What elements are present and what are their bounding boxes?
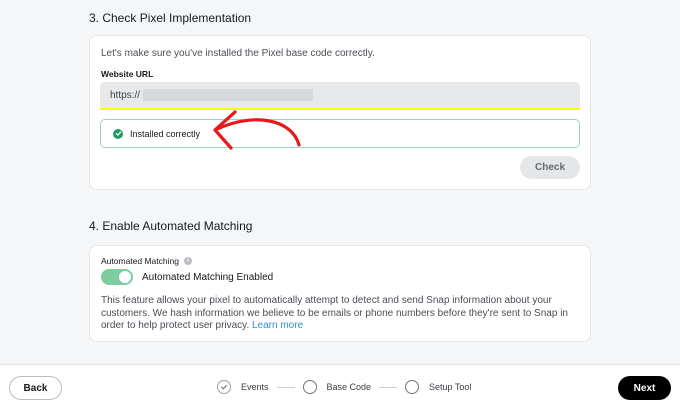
step-label: Base Code — [326, 382, 372, 392]
website-url-input[interactable]: https:// — [100, 82, 580, 110]
automated-matching-toggle[interactable] — [101, 269, 133, 285]
step-setup-tool: Setup Tool — [405, 380, 471, 394]
step-events: Events — [217, 380, 269, 394]
step-circle-icon — [302, 380, 317, 394]
info-icon[interactable]: i — [183, 257, 192, 265]
step-connector — [276, 386, 295, 388]
section-title-check-pixel: 3. Check Pixel Implementation — [89, 11, 252, 25]
section-title-automated-matching: 4. Enable Automated Matching — [89, 219, 253, 233]
automated-matching-heading: Automated Matching i — [101, 256, 192, 266]
learn-more-link[interactable]: Learn more — [252, 320, 303, 331]
annotation-arrow-icon — [213, 110, 301, 150]
step-circle-icon — [405, 380, 420, 394]
check-button[interactable]: Check — [520, 156, 580, 179]
back-button[interactable]: Back — [9, 376, 62, 400]
page: 3. Check Pixel Implementation Let's make… — [0, 0, 680, 407]
installation-status-text: Installed correctly — [130, 128, 201, 139]
redacted-url-block — [143, 89, 314, 101]
footer-bar: Back Events Base Code Setup Tool Next — [0, 364, 680, 407]
website-url-value: https:// — [110, 89, 141, 101]
check-pixel-intro: Let's make sure you've installed the Pix… — [101, 48, 375, 59]
automated-matching-card: Automated Matching i Automated Matching … — [89, 245, 591, 342]
automated-matching-description: This feature allows your pixel to automa… — [101, 295, 586, 333]
step-base-code: Base Code — [302, 380, 372, 394]
description-text: This feature allows your pixel to automa… — [101, 295, 568, 331]
installation-status: Installed correctly — [100, 119, 580, 148]
next-button[interactable]: Next — [618, 376, 671, 400]
step-connector — [379, 386, 398, 388]
step-label: Setup Tool — [429, 382, 472, 392]
check-pixel-card: Let's make sure you've installed the Pix… — [89, 35, 591, 190]
success-check-icon — [113, 128, 123, 139]
step-complete-check-icon — [217, 380, 231, 394]
toggle-knob — [119, 271, 131, 283]
stepper: Events Base Code Setup Tool — [217, 379, 471, 395]
automated-matching-label: Automated Matching — [101, 256, 179, 266]
website-url-label: Website URL — [101, 69, 154, 79]
automated-matching-toggle-label: Automated Matching Enabled — [142, 272, 274, 283]
step-label: Events — [241, 382, 269, 392]
